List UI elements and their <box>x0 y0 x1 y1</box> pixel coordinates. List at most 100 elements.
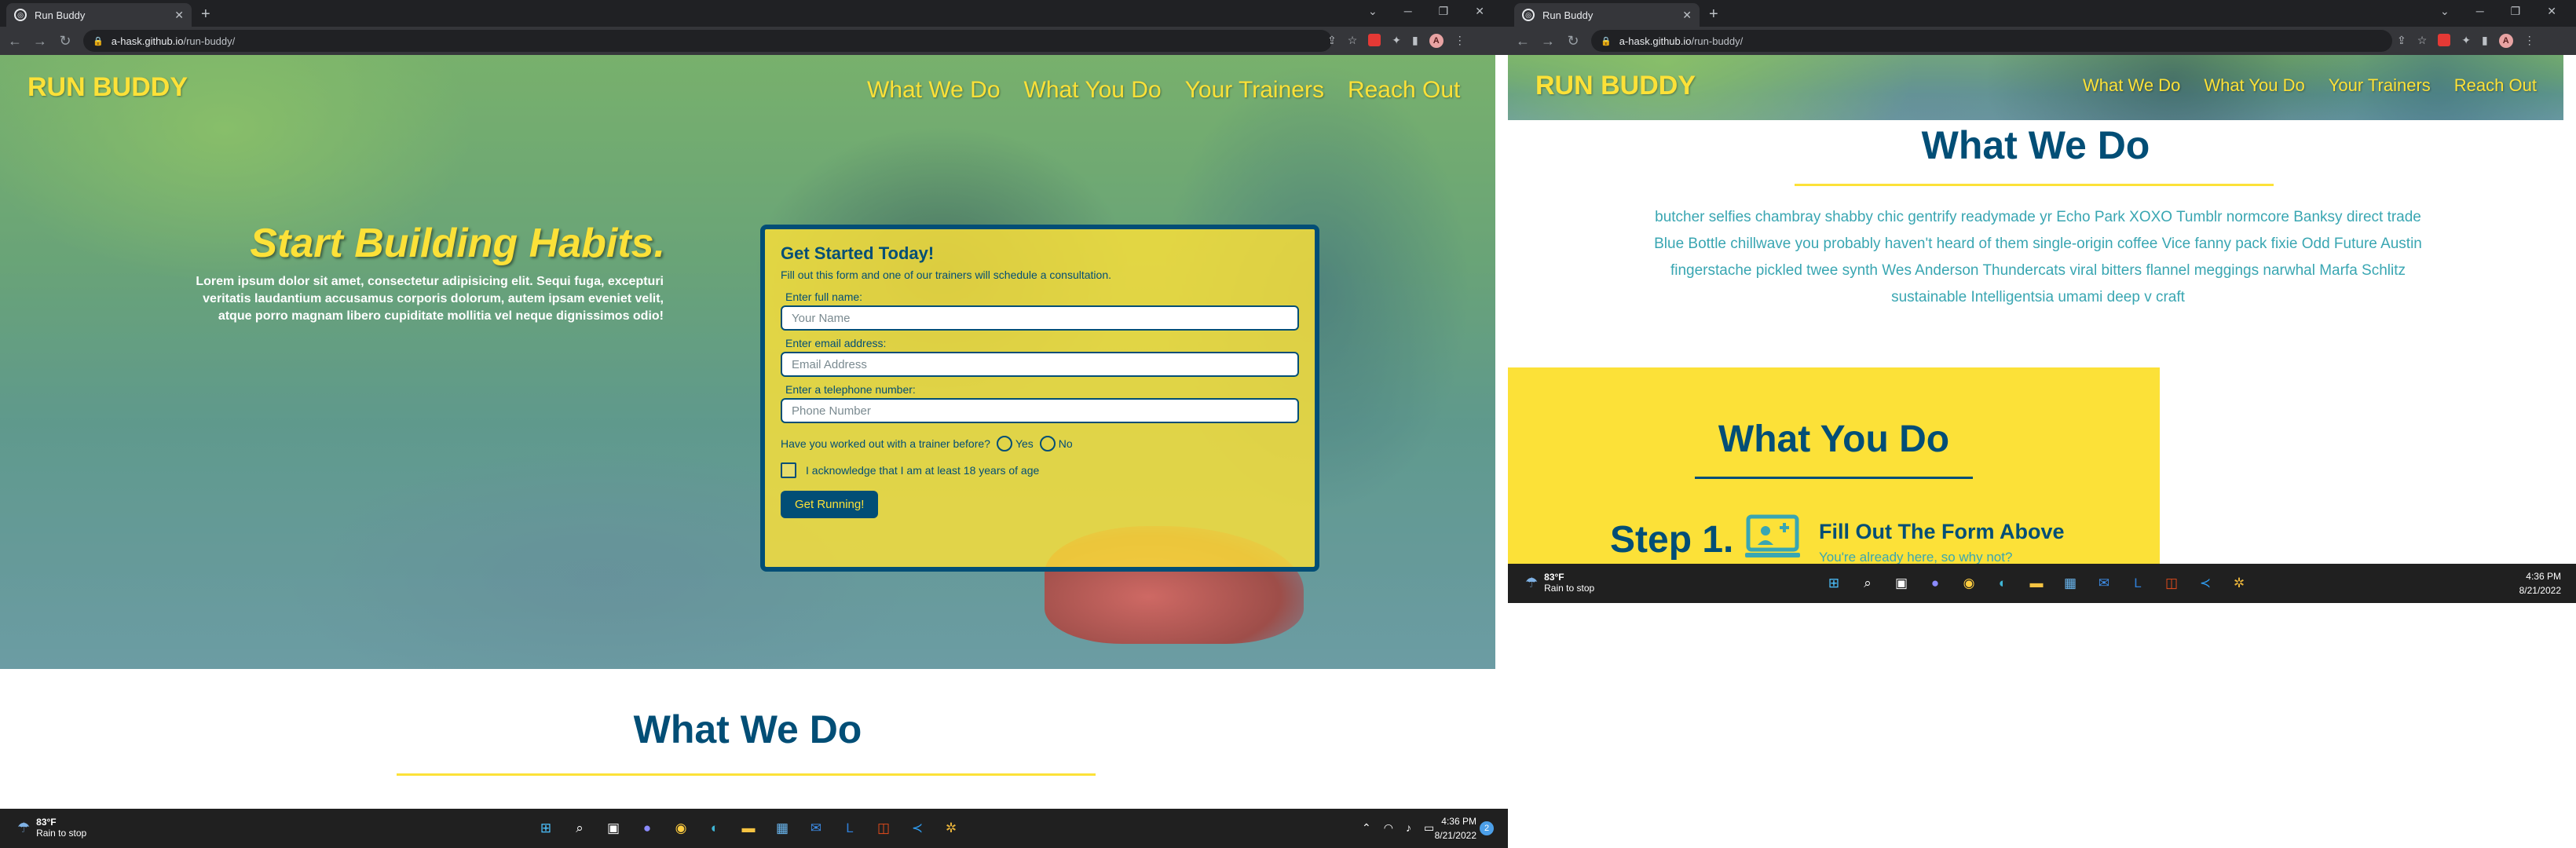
puzzle-icon[interactable]: ✦ <box>1392 34 1401 48</box>
share-icon[interactable]: ⇪ <box>2397 34 2406 48</box>
reload-icon[interactable]: ↻ <box>55 33 75 49</box>
extension-icon[interactable] <box>2438 34 2451 46</box>
clock-right[interactable]: 4:36 PM 8/21/2022 <box>2510 569 2561 598</box>
search-icon[interactable]: ⌕ <box>568 817 591 840</box>
todo-icon[interactable]: L <box>838 817 862 840</box>
search-icon[interactable]: ⌕ <box>1856 572 1879 595</box>
radio-yes[interactable] <box>996 436 1012 451</box>
vscode-icon[interactable]: ≺ <box>2194 572 2217 595</box>
slack-icon[interactable]: ✲ <box>2227 572 2251 595</box>
sidebar-icon[interactable]: ▮ <box>1412 34 1418 48</box>
kebab-menu-icon[interactable]: ⋮ <box>1454 34 1465 48</box>
browser-tab-right[interactable]: ◎ Run Buddy ✕ <box>1514 3 1700 27</box>
weather-widget-right[interactable]: ☂ 83°F Rain to stop <box>1525 572 1594 594</box>
extension-icon[interactable] <box>1368 34 1381 46</box>
browser-tab[interactable]: ◎ Run Buddy ✕ <box>6 3 192 27</box>
mail-icon[interactable]: ✉ <box>2092 572 2116 595</box>
nav-link-what-you-do[interactable]: What You Do <box>2204 75 2304 96</box>
chrome-icon[interactable]: ◉ <box>669 817 693 840</box>
nav-link-what-we-do[interactable]: What We Do <box>867 77 1001 104</box>
new-tab-icon[interactable]: + <box>201 5 210 24</box>
wifi-icon[interactable]: ◠ <box>1384 821 1393 835</box>
nav-link-what-you-do[interactable]: What You Do <box>1024 77 1162 104</box>
forward-icon[interactable]: → <box>1538 33 1558 49</box>
close-tab-icon[interactable]: ✕ <box>174 9 184 22</box>
minimize-icon[interactable]: ─ <box>1404 5 1412 18</box>
tab-title: Run Buddy <box>35 9 86 21</box>
share-icon[interactable]: ⇪ <box>1327 34 1337 48</box>
minimize-icon[interactable]: ─ <box>2476 5 2484 18</box>
site-logo-right[interactable]: RUN BUDDY <box>1535 71 1696 101</box>
task-view-icon[interactable]: ▣ <box>1890 572 1913 595</box>
nav-link-what-we-do[interactable]: What We Do <box>2083 75 2180 96</box>
profile-avatar[interactable]: A <box>2498 34 2513 48</box>
file-explorer-icon[interactable]: ▬ <box>2025 572 2048 595</box>
chevron-up-icon[interactable]: ⌃ <box>1362 821 1371 835</box>
radio-no[interactable] <box>1039 436 1056 451</box>
reload-icon[interactable]: ↻ <box>1563 33 1583 49</box>
close-icon[interactable]: ✕ <box>2547 5 2556 18</box>
sidebar-icon[interactable]: ▮ <box>2482 34 2488 48</box>
what-you-do-divider <box>1695 477 1973 479</box>
chevron-down-icon[interactable]: ⌄ <box>1368 5 1378 18</box>
toolbar-icons-right: ⇪ ☆ ✦ ▮ A ⋮ <box>2397 34 2535 48</box>
step-1-link[interactable]: You're already here, so why not? <box>1819 550 2012 564</box>
rain-icon: ☂ <box>1525 574 1539 590</box>
edge-icon[interactable]: ◐ <box>703 817 726 840</box>
clock[interactable]: 4:36 PM 8/21/2022 <box>1425 814 1476 843</box>
weather-widget[interactable]: ☂ 83°F Rain to stop <box>17 817 86 839</box>
chat-icon[interactable]: ● <box>635 817 659 840</box>
close-tab-icon[interactable]: ✕ <box>1682 9 1692 22</box>
new-tab-icon[interactable]: + <box>1709 5 1718 24</box>
phone-input[interactable] <box>781 398 1299 423</box>
taskbar-right: ☂ 83°F Rain to stop ⊞ ⌕ ▣ ● ◉ ◐ ▬ ▦ ✉ L … <box>1508 564 2576 603</box>
store-icon[interactable]: ▦ <box>2058 572 2082 595</box>
get-running-button[interactable]: Get Running! <box>781 491 879 518</box>
weather-temp: 83°F <box>36 817 57 828</box>
profile-avatar[interactable]: A <box>1429 34 1444 48</box>
kebab-menu-icon[interactable]: ⋮ <box>2524 34 2535 48</box>
star-icon[interactable]: ☆ <box>1348 34 1358 48</box>
chrome-icon[interactable]: ◉ <box>1957 572 1981 595</box>
name-input[interactable] <box>781 305 1299 331</box>
close-icon[interactable]: ✕ <box>1475 5 1484 18</box>
store-icon[interactable]: ▦ <box>770 817 794 840</box>
forward-icon[interactable]: → <box>30 33 50 49</box>
acknowledge-checkbox[interactable] <box>781 462 796 478</box>
file-explorer-icon[interactable]: ▬ <box>737 817 760 840</box>
nav-link-reach-out[interactable]: Reach Out <box>2454 75 2537 96</box>
windows-start-icon[interactable]: ⊞ <box>1822 572 1846 595</box>
restore-icon[interactable]: ❐ <box>2511 5 2521 18</box>
vscode-icon[interactable]: ≺ <box>906 817 929 840</box>
notification-badge[interactable]: 2 <box>1480 821 1494 835</box>
window-controls: ⌄ ─ ❐ ✕ <box>1368 5 1484 18</box>
back-icon[interactable]: ← <box>5 33 25 49</box>
office-icon[interactable]: ◫ <box>2160 572 2183 595</box>
chevron-down-icon[interactable]: ⌄ <box>2440 5 2450 18</box>
site-logo[interactable]: RUN BUDDY <box>27 72 188 103</box>
task-view-icon[interactable]: ▣ <box>602 817 625 840</box>
hero-title: Start Building Habits. <box>250 221 665 266</box>
nav-link-your-trainers[interactable]: Your Trainers <box>1185 77 1324 104</box>
system-tray: ⌃ ◠ ♪ ▭ <box>1362 821 1434 835</box>
right-monitor: ◎ Run Buddy ✕ + ⌄ ─ ❐ ✕ ← → ↻ 🔒 a-hask.g… <box>1508 0 2576 848</box>
address-bar[interactable]: 🔒 a-hask.github.io /run-buddy/ <box>83 30 1332 52</box>
todo-icon[interactable]: L <box>2126 572 2150 595</box>
back-icon[interactable]: ← <box>1513 33 1533 49</box>
address-bar-right[interactable]: 🔒 a-hask.github.io /run-buddy/ <box>1591 30 2392 52</box>
windows-start-icon[interactable]: ⊞ <box>534 817 558 840</box>
chat-icon[interactable]: ● <box>1923 572 1947 595</box>
edge-icon[interactable]: ◐ <box>1991 572 2014 595</box>
office-icon[interactable]: ◫ <box>872 817 895 840</box>
star-icon[interactable]: ☆ <box>2417 34 2428 48</box>
mail-icon[interactable]: ✉ <box>804 817 828 840</box>
nav-link-your-trainers[interactable]: Your Trainers <box>2329 75 2431 96</box>
tab-title-right: Run Buddy <box>1542 9 1594 21</box>
restore-icon[interactable]: ❐ <box>1439 5 1449 18</box>
lock-icon: 🔒 <box>93 36 104 46</box>
volume-icon[interactable]: ♪ <box>1406 821 1411 835</box>
puzzle-icon[interactable]: ✦ <box>2461 34 2471 48</box>
slack-icon[interactable]: ✲ <box>939 817 963 840</box>
email-input[interactable] <box>781 352 1299 377</box>
nav-link-reach-out[interactable]: Reach Out <box>1348 77 1460 104</box>
